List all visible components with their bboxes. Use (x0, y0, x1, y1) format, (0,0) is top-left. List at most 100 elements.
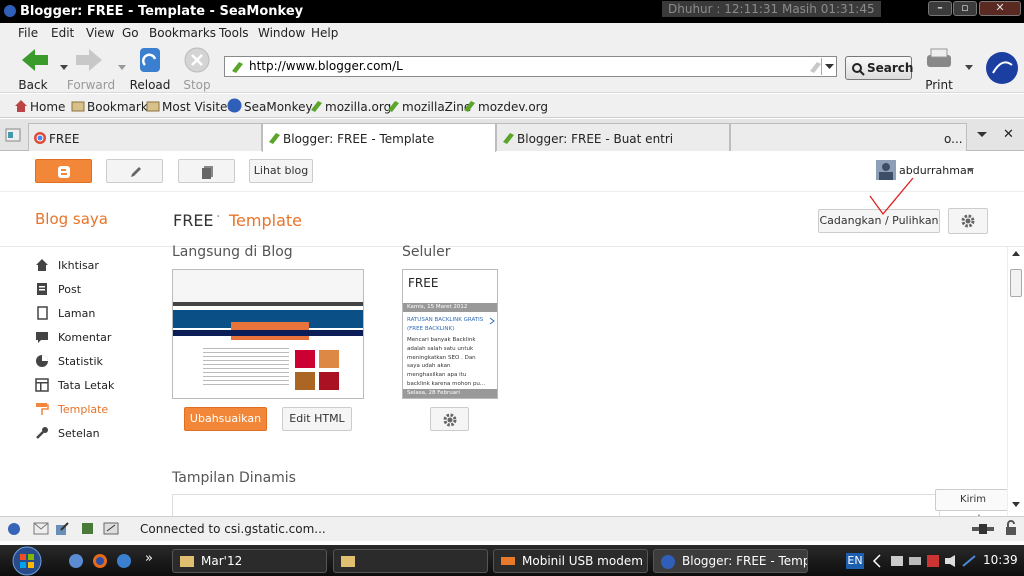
tray-network-icon[interactable] (889, 553, 905, 569)
menu-go[interactable]: Go (122, 26, 139, 40)
taskbar-item-folder-2[interactable] (333, 549, 488, 573)
tab-blogger-buat-entri[interactable]: Blogger: FREE - Buat entri (496, 123, 730, 151)
window-title: Blogger: FREE - Template - SeaMonkey (20, 4, 304, 19)
close-window-button[interactable]: ✕ (979, 1, 1021, 16)
send-feedback-button[interactable]: Kirim masukan (935, 489, 1011, 525)
menu-tools[interactable]: Tools (219, 26, 249, 40)
tab-blogger-template[interactable]: Blogger: FREE - Template (262, 123, 496, 152)
tray-signal-icon[interactable] (961, 553, 977, 569)
bookmark-bookmarks[interactable]: Bookmarks (87, 100, 154, 114)
back-button[interactable]: Back (8, 45, 58, 92)
page-scrollbar[interactable] (1007, 247, 1024, 516)
mail-icon[interactable] (33, 522, 49, 535)
bookmarks-toolbar: Home Bookmarks Most Visited SeaMonkey mo… (0, 94, 1024, 118)
blogger-logo-button[interactable] (35, 159, 92, 183)
desktop-template-preview[interactable] (172, 269, 364, 399)
layout-icon (35, 378, 49, 392)
firefox-icon[interactable] (92, 553, 108, 569)
scroll-thumb[interactable] (1010, 269, 1022, 297)
taskbar-item-folder[interactable]: Mar'12 (172, 549, 327, 573)
chevron-right-icon (489, 317, 495, 325)
home-icon (15, 100, 27, 112)
menu-bookmarks[interactable]: Bookmarks (149, 26, 216, 40)
composer-icon[interactable] (55, 521, 70, 536)
bookmark-tag-icon (503, 133, 514, 144)
reload-icon (140, 48, 160, 72)
documents-icon (202, 166, 213, 179)
blog-name: FREE (173, 211, 214, 230)
menu-edit[interactable]: Edit (51, 26, 74, 40)
tab-list-icon[interactable] (5, 127, 21, 143)
settings-button[interactable] (948, 208, 988, 234)
stop-icon (184, 47, 210, 73)
seamonkey-throbber-icon[interactable] (985, 51, 1019, 85)
tray-expand-icon[interactable] (872, 554, 882, 568)
blog-saya-link[interactable]: Blog saya (35, 210, 108, 228)
seamonkey-icon (4, 5, 16, 17)
gear-icon (961, 214, 975, 228)
tray-alert-icon[interactable] (925, 553, 941, 569)
connection-plug-icon (972, 524, 994, 534)
pencil-icon (131, 167, 141, 177)
menu-window[interactable]: Window (258, 26, 305, 40)
print-dropdown-icon[interactable] (965, 65, 973, 71)
quicklaunch-overflow-icon[interactable]: » (145, 551, 153, 566)
page-icon (37, 306, 48, 320)
language-indicator[interactable]: EN (846, 553, 864, 569)
tray-safely-remove-icon[interactable] (907, 553, 923, 569)
padlock-icon[interactable] (1003, 520, 1019, 536)
new-post-button[interactable] (106, 159, 163, 183)
red-checkmark-annotation (869, 177, 914, 216)
menu-help[interactable]: Help (311, 26, 338, 40)
print-button[interactable]: Print (914, 45, 964, 92)
prayer-clock: Dhuhur : 12:11:31 Masih 01:31:45 (662, 1, 881, 17)
taskbar-item-modem[interactable]: Mobinil USB modem (493, 549, 648, 573)
wrench-icon (36, 427, 48, 439)
bookmark-home[interactable]: Home (30, 100, 65, 114)
dynamic-views-heading: Tampilan Dinamis (172, 470, 296, 486)
tab-fourth[interactable]: o... (730, 123, 967, 151)
seamonkey-icon (227, 98, 242, 113)
bookmark-seamonkey[interactable]: SeaMonkey (244, 100, 313, 114)
taskbar-item-blogger[interactable]: Blogger: FREE - Templ... (653, 549, 808, 573)
menu-file[interactable]: File (18, 26, 38, 40)
scroll-up-icon[interactable] (1012, 251, 1020, 257)
view-blog-button[interactable]: Lihat blog (249, 159, 313, 183)
reload-button[interactable]: Reload (125, 45, 175, 92)
stop-button[interactable]: Stop (172, 45, 222, 92)
url-input[interactable] (249, 59, 789, 73)
tab-overflow-icon[interactable] (977, 132, 987, 138)
start-button[interactable] (8, 545, 46, 576)
messenger-icon[interactable] (116, 553, 132, 569)
chatzilla-icon[interactable] (80, 521, 95, 536)
url-bar[interactable] (224, 56, 837, 77)
menu-view[interactable]: View (86, 26, 114, 40)
minimize-button[interactable]: – (928, 1, 952, 16)
posts-list-button[interactable] (178, 159, 235, 183)
maximize-button[interactable]: ▫ (953, 1, 977, 16)
tab-free[interactable]: FREE (28, 123, 262, 151)
bookmark-mozillazine[interactable]: mozillaZine (402, 100, 471, 114)
bookmark-most-visited[interactable]: Most Visited (162, 100, 235, 114)
customize-button[interactable]: Ubahsuaikan (184, 407, 267, 431)
address-book-icon[interactable] (103, 521, 119, 536)
close-tab-icon[interactable]: ✕ (1003, 127, 1014, 142)
status-text: Connected to csi.gstatic.com... (140, 522, 326, 536)
mobile-template-preview[interactable]: FREE Kamis, 15 Maret 2012 RATUSAN BACKLI… (402, 269, 498, 399)
house-icon (36, 259, 48, 271)
forward-button[interactable]: Forward (66, 45, 116, 92)
mobile-settings-button[interactable] (430, 407, 469, 431)
navigator-icon[interactable] (7, 522, 21, 536)
user-dropdown-icon[interactable] (967, 168, 974, 173)
search-button[interactable]: Search (845, 56, 913, 80)
folder-icon (341, 556, 355, 567)
edit-html-button[interactable]: Edit HTML (282, 407, 352, 431)
bookmark-mozilla[interactable]: mozilla.org (325, 100, 391, 114)
quicklaunch-desktop-icon[interactable] (68, 553, 84, 569)
tray-volume-icon[interactable] (943, 553, 959, 569)
scroll-down-icon[interactable] (1012, 502, 1020, 508)
url-history-dropdown[interactable] (821, 58, 836, 75)
bookmark-mozdev[interactable]: mozdev.org (478, 100, 548, 114)
bookmark-page-icon[interactable] (808, 60, 822, 74)
taskbar-clock[interactable]: 10:39 (983, 553, 1018, 567)
